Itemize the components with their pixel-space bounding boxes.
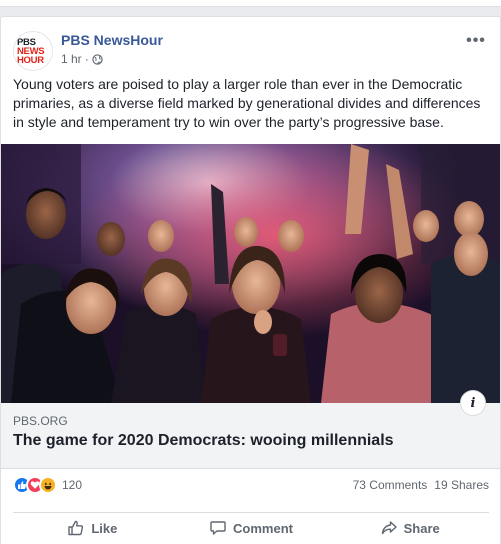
comment-icon	[210, 521, 226, 535]
link-title[interactable]: The game for 2020 Democrats: wooing mill…	[13, 432, 394, 450]
crowd-photo	[1, 144, 500, 403]
post-timestamp[interactable]: 1 hr	[61, 52, 82, 66]
comment-button[interactable]: Comment	[172, 514, 331, 542]
share-icon	[381, 521, 397, 535]
globe-icon[interactable]	[92, 53, 103, 65]
post-stats: 120 73 Comments 19 Shares	[13, 475, 489, 495]
avatar-logo-line-3: HOUR	[17, 55, 44, 66]
post-card: PBS NEWS HOUR PBS NewsHour 1 hr · ••• Yo…	[0, 16, 501, 544]
reaction-count[interactable]: 120	[62, 478, 82, 492]
link-domain: PBS.ORG	[13, 414, 68, 428]
post-meta: 1 hr ·	[61, 52, 103, 66]
share-button[interactable]: Share	[330, 514, 489, 542]
reactions-summary[interactable]: 120	[13, 476, 82, 494]
thumbs-up-icon	[68, 520, 84, 536]
info-icon[interactable]: i	[460, 390, 486, 416]
share-count[interactable]: 19 Shares	[434, 478, 489, 492]
post-actions: Like Comment Share	[13, 514, 489, 542]
previous-post-card	[0, 0, 501, 7]
meta-separator: ·	[84, 52, 89, 66]
post-message: Young voters are poised to play a larger…	[13, 76, 481, 130]
like-button[interactable]: Like	[13, 514, 172, 542]
more-options-icon[interactable]: •••	[464, 31, 488, 51]
page-name-link[interactable]: PBS NewsHour	[61, 32, 163, 48]
share-label: Share	[403, 520, 440, 536]
post-header: PBS NEWS HOUR PBS NewsHour 1 hr · •••	[13, 31, 488, 75]
haha-reaction-icon	[39, 476, 57, 494]
comment-label: Comment	[233, 520, 293, 536]
link-preview[interactable]: i PBS.ORG The game for 2020 Democrats: w…	[1, 390, 500, 469]
page-avatar[interactable]: PBS NEWS HOUR	[13, 31, 53, 71]
like-label: Like	[91, 520, 118, 536]
comment-count[interactable]: 73 Comments	[353, 478, 428, 492]
link-preview-image[interactable]	[1, 144, 500, 403]
actions-divider	[13, 512, 489, 513]
engagement-counts: 73 Comments 19 Shares	[353, 478, 489, 492]
